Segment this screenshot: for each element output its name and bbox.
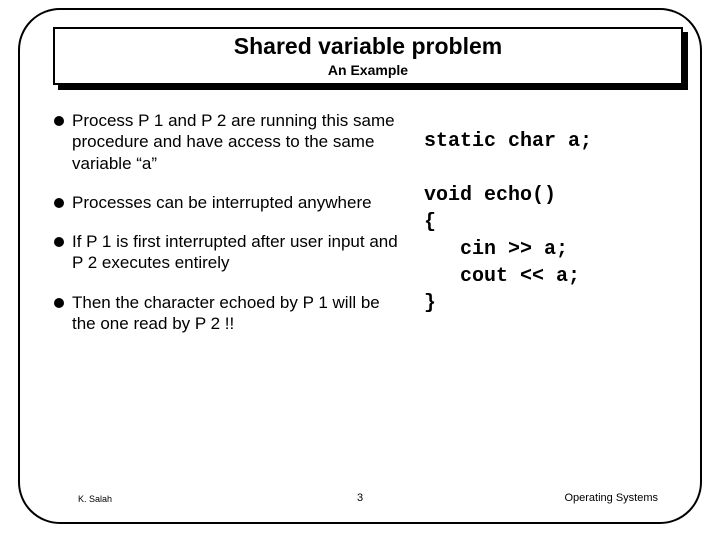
slide-subtitle: An Example (55, 62, 681, 78)
list-item: Then the character echoed by P 1 will be… (54, 292, 406, 335)
bullet-icon (54, 237, 64, 247)
title-box: Shared variable problem An Example (53, 27, 683, 85)
code-block: static char a; void echo() { cin >> a; c… (424, 128, 694, 317)
bullet-list: Process P 1 and P 2 are running this sam… (54, 110, 424, 352)
footer-course: Operating Systems (564, 492, 658, 504)
bullet-text: If P 1 is first interrupted after user i… (72, 231, 406, 274)
bullet-text: Processes can be interrupted anywhere (72, 192, 372, 213)
list-item: Process P 1 and P 2 are running this sam… (54, 110, 406, 174)
list-item: Processes can be interrupted anywhere (54, 192, 406, 213)
bullet-icon (54, 116, 64, 126)
list-item: If P 1 is first interrupted after user i… (54, 231, 406, 274)
bullet-text: Process P 1 and P 2 are running this sam… (72, 110, 406, 174)
slide-title: Shared variable problem (55, 33, 681, 60)
slide-body: Process P 1 and P 2 are running this sam… (54, 110, 706, 352)
bullet-icon (54, 198, 64, 208)
bullet-text: Then the character echoed by P 1 will be… (72, 292, 406, 335)
bullet-icon (54, 298, 64, 308)
code-column: static char a; void echo() { cin >> a; c… (424, 110, 694, 352)
slide-frame: Shared variable problem An Example Proce… (18, 8, 702, 524)
